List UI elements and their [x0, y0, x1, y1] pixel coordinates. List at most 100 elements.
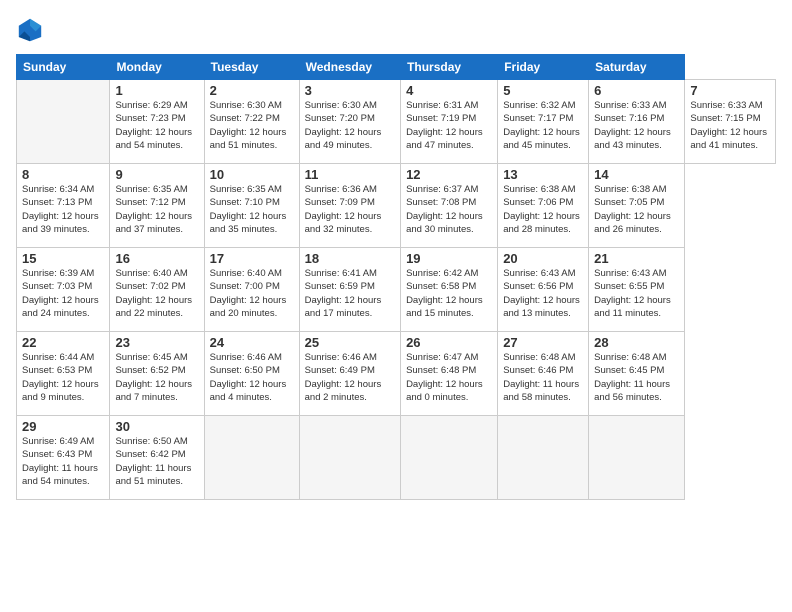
- calendar-cell: 27Sunrise: 6:48 AMSunset: 6:46 PMDayligh…: [498, 332, 589, 416]
- calendar-cell: 24Sunrise: 6:46 AMSunset: 6:50 PMDayligh…: [204, 332, 299, 416]
- calendar-cell: 17Sunrise: 6:40 AMSunset: 7:00 PMDayligh…: [204, 248, 299, 332]
- calendar-cell: 2Sunrise: 6:30 AMSunset: 7:22 PMDaylight…: [204, 80, 299, 164]
- header-friday: Friday: [498, 55, 589, 80]
- day-number: 2: [210, 83, 294, 98]
- day-info: Sunrise: 6:35 AMSunset: 7:10 PMDaylight:…: [210, 183, 294, 236]
- calendar-cell: 29Sunrise: 6:49 AMSunset: 6:43 PMDayligh…: [17, 416, 110, 500]
- day-number: 13: [503, 167, 583, 182]
- day-info: Sunrise: 6:43 AMSunset: 6:56 PMDaylight:…: [503, 267, 583, 320]
- calendar-cell: [401, 416, 498, 500]
- day-number: 25: [305, 335, 395, 350]
- day-number: 6: [594, 83, 679, 98]
- calendar-cell: 10Sunrise: 6:35 AMSunset: 7:10 PMDayligh…: [204, 164, 299, 248]
- day-number: 28: [594, 335, 679, 350]
- day-info: Sunrise: 6:48 AMSunset: 6:46 PMDaylight:…: [503, 351, 583, 404]
- day-info: Sunrise: 6:38 AMSunset: 7:06 PMDaylight:…: [503, 183, 583, 236]
- header-sunday: Sunday: [17, 55, 110, 80]
- calendar-cell: 20Sunrise: 6:43 AMSunset: 6:56 PMDayligh…: [498, 248, 589, 332]
- day-number: 11: [305, 167, 395, 182]
- day-number: 14: [594, 167, 679, 182]
- day-info: Sunrise: 6:44 AMSunset: 6:53 PMDaylight:…: [22, 351, 104, 404]
- day-number: 23: [115, 335, 198, 350]
- day-info: Sunrise: 6:43 AMSunset: 6:55 PMDaylight:…: [594, 267, 679, 320]
- day-info: Sunrise: 6:48 AMSunset: 6:45 PMDaylight:…: [594, 351, 679, 404]
- day-number: 8: [22, 167, 104, 182]
- day-number: 7: [690, 83, 770, 98]
- day-info: Sunrise: 6:37 AMSunset: 7:08 PMDaylight:…: [406, 183, 492, 236]
- day-info: Sunrise: 6:29 AMSunset: 7:23 PMDaylight:…: [115, 99, 198, 152]
- day-number: 21: [594, 251, 679, 266]
- calendar-cell: 5Sunrise: 6:32 AMSunset: 7:17 PMDaylight…: [498, 80, 589, 164]
- calendar-week-row: 22Sunrise: 6:44 AMSunset: 6:53 PMDayligh…: [17, 332, 776, 416]
- day-info: Sunrise: 6:30 AMSunset: 7:20 PMDaylight:…: [305, 99, 395, 152]
- header: [16, 16, 776, 44]
- day-number: 24: [210, 335, 294, 350]
- day-info: Sunrise: 6:46 AMSunset: 6:49 PMDaylight:…: [305, 351, 395, 404]
- page: SundayMondayTuesdayWednesdayThursdayFrid…: [0, 0, 792, 612]
- day-info: Sunrise: 6:39 AMSunset: 7:03 PMDaylight:…: [22, 267, 104, 320]
- day-info: Sunrise: 6:47 AMSunset: 6:48 PMDaylight:…: [406, 351, 492, 404]
- day-info: Sunrise: 6:31 AMSunset: 7:19 PMDaylight:…: [406, 99, 492, 152]
- calendar-cell: 28Sunrise: 6:48 AMSunset: 6:45 PMDayligh…: [589, 332, 685, 416]
- day-number: 5: [503, 83, 583, 98]
- day-number: 15: [22, 251, 104, 266]
- day-number: 18: [305, 251, 395, 266]
- day-info: Sunrise: 6:36 AMSunset: 7:09 PMDaylight:…: [305, 183, 395, 236]
- day-number: 20: [503, 251, 583, 266]
- calendar-cell: 25Sunrise: 6:46 AMSunset: 6:49 PMDayligh…: [299, 332, 400, 416]
- day-info: Sunrise: 6:33 AMSunset: 7:16 PMDaylight:…: [594, 99, 679, 152]
- calendar-cell: 9Sunrise: 6:35 AMSunset: 7:12 PMDaylight…: [110, 164, 204, 248]
- day-info: Sunrise: 6:35 AMSunset: 7:12 PMDaylight:…: [115, 183, 198, 236]
- calendar-cell: [589, 416, 685, 500]
- calendar-header-row: SundayMondayTuesdayWednesdayThursdayFrid…: [17, 55, 776, 80]
- header-saturday: Saturday: [589, 55, 685, 80]
- day-info: Sunrise: 6:42 AMSunset: 6:58 PMDaylight:…: [406, 267, 492, 320]
- day-info: Sunrise: 6:45 AMSunset: 6:52 PMDaylight:…: [115, 351, 198, 404]
- day-info: Sunrise: 6:41 AMSunset: 6:59 PMDaylight:…: [305, 267, 395, 320]
- day-number: 16: [115, 251, 198, 266]
- logo-icon: [16, 16, 44, 44]
- calendar-week-row: 29Sunrise: 6:49 AMSunset: 6:43 PMDayligh…: [17, 416, 776, 500]
- day-number: 3: [305, 83, 395, 98]
- day-number: 9: [115, 167, 198, 182]
- calendar-cell: 8Sunrise: 6:34 AMSunset: 7:13 PMDaylight…: [17, 164, 110, 248]
- day-number: 17: [210, 251, 294, 266]
- day-info: Sunrise: 6:46 AMSunset: 6:50 PMDaylight:…: [210, 351, 294, 404]
- header-thursday: Thursday: [401, 55, 498, 80]
- calendar-cell: 6Sunrise: 6:33 AMSunset: 7:16 PMDaylight…: [589, 80, 685, 164]
- calendar-cell: 12Sunrise: 6:37 AMSunset: 7:08 PMDayligh…: [401, 164, 498, 248]
- calendar-cell: 30Sunrise: 6:50 AMSunset: 6:42 PMDayligh…: [110, 416, 204, 500]
- calendar-cell: 14Sunrise: 6:38 AMSunset: 7:05 PMDayligh…: [589, 164, 685, 248]
- day-number: 4: [406, 83, 492, 98]
- calendar-cell: [204, 416, 299, 500]
- calendar-cell: 23Sunrise: 6:45 AMSunset: 6:52 PMDayligh…: [110, 332, 204, 416]
- day-number: 27: [503, 335, 583, 350]
- day-info: Sunrise: 6:40 AMSunset: 7:00 PMDaylight:…: [210, 267, 294, 320]
- day-info: Sunrise: 6:32 AMSunset: 7:17 PMDaylight:…: [503, 99, 583, 152]
- empty-cell: [17, 80, 110, 164]
- day-info: Sunrise: 6:40 AMSunset: 7:02 PMDaylight:…: [115, 267, 198, 320]
- day-info: Sunrise: 6:49 AMSunset: 6:43 PMDaylight:…: [22, 435, 104, 488]
- header-wednesday: Wednesday: [299, 55, 400, 80]
- day-number: 10: [210, 167, 294, 182]
- calendar-cell: 21Sunrise: 6:43 AMSunset: 6:55 PMDayligh…: [589, 248, 685, 332]
- calendar-cell: 11Sunrise: 6:36 AMSunset: 7:09 PMDayligh…: [299, 164, 400, 248]
- day-number: 26: [406, 335, 492, 350]
- calendar-cell: 7Sunrise: 6:33 AMSunset: 7:15 PMDaylight…: [685, 80, 776, 164]
- calendar-cell: [498, 416, 589, 500]
- calendar-table: SundayMondayTuesdayWednesdayThursdayFrid…: [16, 54, 776, 500]
- calendar-cell: 1Sunrise: 6:29 AMSunset: 7:23 PMDaylight…: [110, 80, 204, 164]
- day-info: Sunrise: 6:50 AMSunset: 6:42 PMDaylight:…: [115, 435, 198, 488]
- calendar-cell: 13Sunrise: 6:38 AMSunset: 7:06 PMDayligh…: [498, 164, 589, 248]
- calendar-cell: 3Sunrise: 6:30 AMSunset: 7:20 PMDaylight…: [299, 80, 400, 164]
- day-number: 22: [22, 335, 104, 350]
- calendar-cell: 15Sunrise: 6:39 AMSunset: 7:03 PMDayligh…: [17, 248, 110, 332]
- day-info: Sunrise: 6:34 AMSunset: 7:13 PMDaylight:…: [22, 183, 104, 236]
- day-number: 12: [406, 167, 492, 182]
- day-info: Sunrise: 6:30 AMSunset: 7:22 PMDaylight:…: [210, 99, 294, 152]
- day-number: 30: [115, 419, 198, 434]
- calendar-cell: [299, 416, 400, 500]
- calendar-cell: 16Sunrise: 6:40 AMSunset: 7:02 PMDayligh…: [110, 248, 204, 332]
- calendar-cell: 18Sunrise: 6:41 AMSunset: 6:59 PMDayligh…: [299, 248, 400, 332]
- calendar-week-row: 1Sunrise: 6:29 AMSunset: 7:23 PMDaylight…: [17, 80, 776, 164]
